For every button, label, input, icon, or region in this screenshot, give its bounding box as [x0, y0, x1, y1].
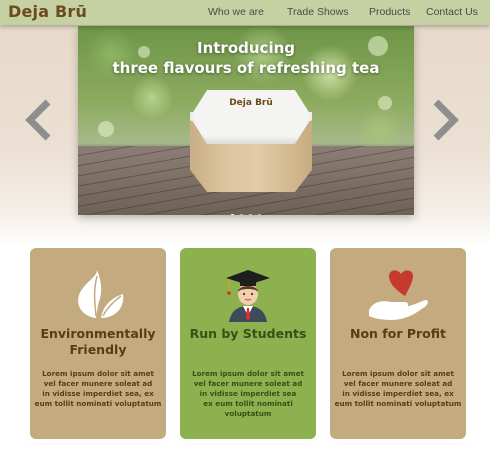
card-title: Run by Students: [189, 326, 307, 341]
hero-slider: Introducing three flavours of refreshing…: [78, 26, 414, 215]
graduate-icon: [180, 266, 316, 326]
card-description: Lorem ipsum dolor sit amet vel facer mun…: [334, 369, 462, 408]
nav-who-we-are[interactable]: Who we are: [208, 6, 264, 18]
slider-dot[interactable]: [230, 214, 235, 215]
slide-heading-line1: Introducing: [197, 39, 295, 57]
chevron-left-icon: [25, 99, 51, 141]
top-navbar: Deja Brū Who we are Trade Shows Products…: [0, 0, 490, 25]
nav-contact-us[interactable]: Contact Us: [426, 6, 478, 18]
nav-products[interactable]: Products: [369, 6, 410, 18]
slider-next-button[interactable]: [430, 98, 460, 142]
card-title: Environmentally Friendly: [40, 326, 156, 357]
slider-pagination: [78, 204, 414, 215]
slider-dot[interactable]: [257, 214, 262, 215]
bokeh-light: [98, 121, 114, 137]
feature-card-environment[interactable]: Environmentally Friendly Lorem ipsum dol…: [30, 248, 166, 439]
nav-trade-shows[interactable]: Trade Shows: [287, 6, 348, 18]
feature-card-students[interactable]: Run by Students Lorem ipsum dolor sit am…: [180, 248, 316, 439]
feature-card-nonprofit[interactable]: Non for Profit Lorem ipsum dolor sit ame…: [330, 248, 466, 439]
brand-logo[interactable]: Deja Brū: [8, 2, 87, 21]
bokeh-light: [378, 96, 392, 110]
slider-dot[interactable]: [248, 214, 253, 215]
slider-prev-button[interactable]: [24, 98, 54, 142]
card-title: Non for Profit: [350, 326, 446, 341]
slider-dot[interactable]: [239, 214, 244, 215]
heart-hand-icon: [330, 266, 466, 326]
card-description: Lorem ipsum dolor sit amet vel facer mun…: [192, 369, 304, 418]
chevron-right-icon: [433, 99, 459, 141]
leaf-icon: [30, 266, 166, 326]
tea-box-logo: Deja Brū: [229, 98, 273, 108]
card-description: Lorem ipsum dolor sit amet vel facer mun…: [34, 369, 162, 408]
slide-heading-line2: three flavours of refreshing tea: [112, 59, 380, 77]
